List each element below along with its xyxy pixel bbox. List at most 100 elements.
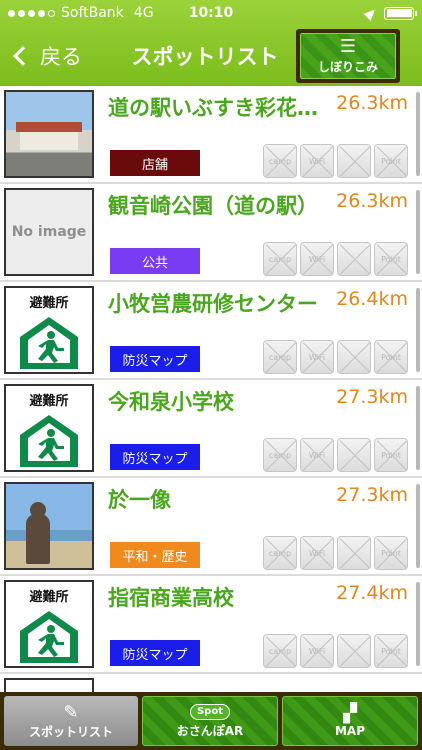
back-label: 戻る <box>40 45 82 69</box>
spot-photo <box>6 92 92 176</box>
row-edge-bar <box>416 190 420 274</box>
back-button[interactable]: 戻る <box>0 41 82 71</box>
feature-icons: camp WiFi Point <box>263 340 408 374</box>
spot-distance: 27.3km <box>336 386 408 408</box>
category-badge: 防災マップ <box>110 346 200 372</box>
filter-button[interactable]: ☰ しぼりこみ <box>296 29 400 83</box>
point-icon: Point <box>374 634 408 668</box>
row-edge-bar <box>416 484 420 568</box>
feature-icon-label: camp <box>268 646 292 656</box>
camp-icon: camp <box>263 242 297 276</box>
spot-title: 指宿商業高校 <box>108 586 234 610</box>
feature-icon-label: camp <box>268 254 292 264</box>
feature-icon-label: Point <box>381 156 401 166</box>
spot-distance: 26.3km <box>336 190 408 212</box>
evacuation-label: 避難所 <box>29 296 69 311</box>
wifi-off-icon: WiFi <box>300 242 334 276</box>
category-badge: 平和・歴史 <box>110 542 200 568</box>
feature-icons: camp WiFi Point <box>263 144 408 178</box>
status-bar: SoftBank 4G 10:10 <box>0 0 422 26</box>
category-badge: 店舗 <box>110 150 200 176</box>
spot-distance: 27.3km <box>336 484 408 506</box>
list-item[interactable]: 避難所 小牧営農研修センター 26.4km 防災マップ camp WiFi Point <box>0 282 422 380</box>
camp-icon: camp <box>263 340 297 374</box>
camp-icon: camp <box>263 536 297 570</box>
feature-icon-label: camp <box>268 352 292 362</box>
feature-icon-label: WiFi <box>308 450 326 460</box>
spot-title: 小牧営農研修センター <box>108 292 318 316</box>
battery-icon <box>384 6 417 20</box>
header: SoftBank 4G 10:10 戻る スポットリスト ☰ しぼりこみ <box>0 0 422 86</box>
feature-icon-label: Point <box>381 450 401 460</box>
toilet-icon <box>337 438 371 472</box>
feature-icon-label: WiFi <box>308 254 326 264</box>
feature-icon-label: WiFi <box>308 352 326 362</box>
category-badge: 公共 <box>110 248 200 274</box>
spot-thumbnail <box>4 90 94 178</box>
list-item[interactable]: 於一像 27.3km 平和・歴史 camp WiFi Point <box>0 478 422 576</box>
evacuation-shelter-icon: 避難所 <box>6 288 92 372</box>
category-badge: 防災マップ <box>110 444 200 470</box>
filter-list-icon: ☰ <box>339 35 357 57</box>
tab-spot-list[interactable]: ✎ スポットリスト <box>4 696 138 746</box>
spot-title: 道の駅いぶすき彩花… <box>108 96 318 120</box>
feature-icons: camp WiFi Point <box>263 634 408 668</box>
category-badge: 防災マップ <box>110 640 200 666</box>
feature-icon-label: Point <box>381 352 401 362</box>
point-icon: Point <box>374 340 408 374</box>
spot-distance: 26.4km <box>336 288 408 310</box>
point-icon: Point <box>374 242 408 276</box>
list-item-partial[interactable] <box>0 674 422 692</box>
toilet-icon <box>337 340 371 374</box>
spot-thumbnail: 避難所 <box>4 384 94 472</box>
feature-icon-label: WiFi <box>308 156 326 166</box>
map-blocks-icon: ▞ <box>343 703 357 724</box>
no-image-text: No image <box>11 224 87 240</box>
spot-thumbnail: 避難所 <box>4 580 94 668</box>
evacuation-shelter-icon: 避難所 <box>6 582 92 666</box>
list-item[interactable]: 避難所 今和泉小学校 27.3km 防災マップ camp WiFi Point <box>0 380 422 478</box>
filter-label: しぼりこみ <box>317 59 378 74</box>
spot-thumbnail: No image <box>4 188 94 276</box>
list-item[interactable]: 道の駅いぶすき彩花… 26.3km 店舗 camp WiFi Point <box>0 86 422 184</box>
spot-thumbnail: 避難所 <box>4 286 94 374</box>
tab-label: スポットリスト <box>28 724 113 739</box>
tab-osanpo-ar[interactable]: Spot おさんぽAR <box>142 696 278 746</box>
row-edge-bar <box>416 386 420 470</box>
spot-title: 於一像 <box>108 488 171 512</box>
spot-list[interactable]: 道の駅いぶすき彩花… 26.3km 店舗 camp WiFi Point No image 観… <box>0 86 422 692</box>
spot-thumbnail <box>4 678 94 692</box>
list-item[interactable]: No image 観音崎公園（道の駅） 26.3km 公共 camp WiFi Point <box>0 184 422 282</box>
toilet-icon <box>337 144 371 178</box>
toilet-icon <box>337 242 371 276</box>
status-time: 10:10 <box>188 5 234 21</box>
spot-title: 今和泉小学校 <box>108 390 234 414</box>
camp-icon: camp <box>263 438 297 472</box>
feature-icons: camp WiFi Point <box>263 242 408 276</box>
evacuation-label: 避難所 <box>29 590 69 605</box>
feature-icon-label: WiFi <box>308 548 326 558</box>
tab-bar: ✎ スポットリスト Spot おさんぽAR ▞ MAP <box>0 692 422 750</box>
evacuation-shelter-icon: 避難所 <box>6 386 92 470</box>
no-image-placeholder: No image <box>6 190 92 274</box>
tab-label: MAP <box>334 724 366 738</box>
camp-icon: camp <box>263 634 297 668</box>
spot-thumbnail <box>4 482 94 570</box>
chevron-left-icon <box>13 46 33 66</box>
row-edge-bar <box>416 92 420 176</box>
spot-photo <box>6 484 92 568</box>
spot-distance: 27.4km <box>336 582 408 604</box>
wifi-off-icon: WiFi <box>300 438 334 472</box>
wifi-off-icon: WiFi <box>300 144 334 178</box>
wifi-off-icon: WiFi <box>300 340 334 374</box>
page-title: スポットリスト <box>131 45 279 69</box>
spot-distance: 26.3km <box>336 92 408 114</box>
evacuation-label: 避難所 <box>29 394 69 409</box>
row-edge-bar <box>416 288 420 372</box>
point-icon: Point <box>374 144 408 178</box>
list-item[interactable]: 避難所 指宿商業高校 27.4km 防災マップ camp WiFi Point <box>0 576 422 674</box>
tab-map[interactable]: ▞ MAP <box>282 696 418 746</box>
edit-icon: ✎ <box>63 701 79 723</box>
feature-icons: camp WiFi Point <box>263 438 408 472</box>
point-icon: Point <box>374 536 408 570</box>
